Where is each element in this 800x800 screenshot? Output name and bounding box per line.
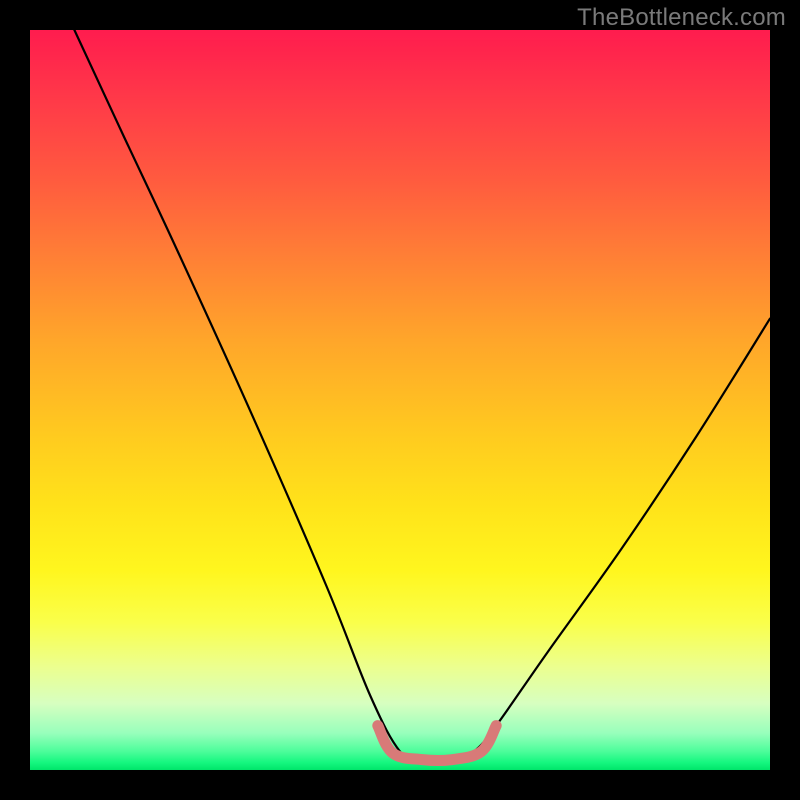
bottleneck-curve <box>74 30 770 763</box>
watermark-text: TheBottleneck.com <box>577 4 786 32</box>
curves-layer <box>30 30 770 770</box>
optimal-band-highlight <box>378 726 496 761</box>
plot-area <box>30 30 770 770</box>
chart-frame: TheBottleneck.com <box>0 0 800 800</box>
